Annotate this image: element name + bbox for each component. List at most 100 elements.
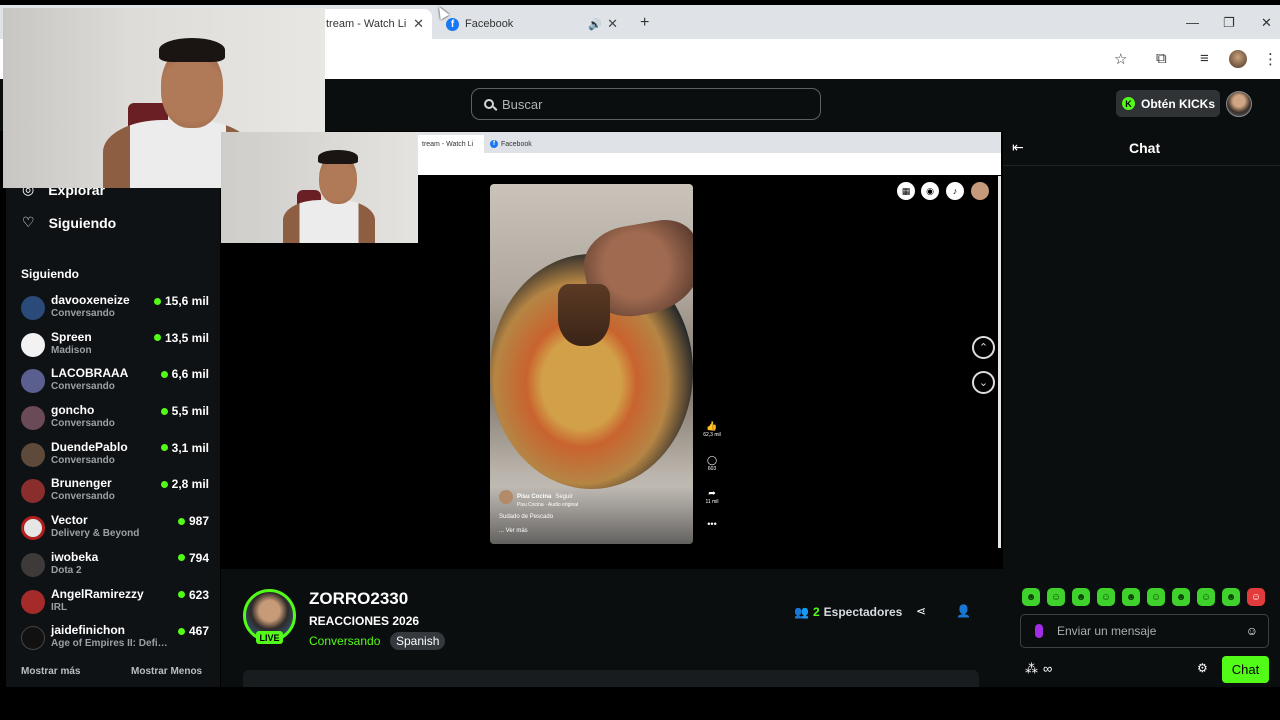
nav-following[interactable]: ♡ Siguiendo [22,214,116,231]
captured-address-bar [418,153,1001,175]
avatar [21,442,45,467]
following-item[interactable]: AngelRamirezzy IRL 623 [21,585,211,622]
menu-kebab-icon[interactable]: ⋮ [1263,50,1278,68]
share-count: 11 mil [705,499,719,505]
avatar [21,332,45,357]
following-item[interactable]: jaidefinichon Age of Empires II: Defi… 4… [21,621,211,658]
stream-category[interactable]: Conversando [309,634,380,648]
channel-name: LACOBRAAA [51,366,129,381]
following-item[interactable]: LACOBRAAA Conversando 6,6 mil [21,364,211,401]
new-tab-button[interactable]: + [640,14,649,32]
search-icon [484,99,494,109]
speaker-icon[interactable]: 🔊 [588,18,602,31]
channel-name: Vector [51,513,88,528]
channel-category: Conversando [51,418,115,430]
emote-icon[interactable]: ☻ [1222,588,1240,606]
emoji-icon[interactable]: ☺ [1246,624,1258,638]
close-icon[interactable]: ✕ [413,16,424,32]
media-controls-icon[interactable]: ≡ [1200,50,1209,67]
following-item[interactable]: Spreen Madison 13,5 mil [21,328,211,365]
show-more-button[interactable]: Mostrar más [21,666,80,677]
captured-scrollbar [998,176,1001,548]
following-item[interactable]: iwobeka Dota 2 794 [21,548,211,585]
emote-icon[interactable]: ☺ [1197,588,1215,606]
share-arrow-icon: ➦ 11 mil [700,488,724,505]
viewer-count: 6,6 mil [161,367,209,381]
channel-category: IRL [51,601,68,613]
channel-name: Spreen [51,329,92,344]
follow-user-icon[interactable]: 👤 [956,604,971,618]
reel-audio: Pisu Cocina · Audio original [517,502,579,508]
emote-icon[interactable]: ☻ [1022,588,1040,606]
reel-caption-text: Sudado de Pescado [499,514,554,520]
chat-input-placeholder: Enviar un mensaje [1057,624,1157,638]
send-chat-button[interactable]: Chat [1222,656,1269,683]
bookmark-star-icon[interactable]: ☆ [1114,50,1127,68]
tab-label: Facebook [465,18,514,30]
viewers-icon: 👥 [794,605,809,619]
reel-caption: Pisu Cocina Seguir Pisu Cocina · Audio o… [490,486,693,544]
webcam-overlay-captured [221,132,418,243]
emote-icon[interactable]: ☻ [1172,588,1190,606]
minimize-icon[interactable]: — [1186,15,1199,30]
channel-name[interactable]: ZORRO2330 [309,589,408,609]
avatar [21,369,45,394]
emote-icon[interactable]: ☻ [1072,588,1090,606]
get-kicks-label: Obtén KICKs [1141,96,1216,111]
emote-icon[interactable]: ☺ [1147,588,1165,606]
maximize-icon[interactable]: ❐ [1223,15,1235,31]
avatar [21,479,45,504]
get-kicks-button[interactable]: K Obtén KICKs [1116,90,1220,117]
microphone-icon[interactable] [1035,624,1043,638]
channel-name: jaidefinichon [51,623,126,638]
share-icon[interactable]: ⋖ [916,604,926,618]
live-badge: LIVE [256,631,283,644]
viewer-count: 794 [178,551,209,565]
like-count: 62,3 mil [703,432,721,438]
extensions-icon[interactable]: ⧉ [1156,50,1167,67]
channel-name: goncho [51,403,95,418]
following-item[interactable]: Vector Delivery & Beyond 987 [21,511,211,548]
player-area [221,243,418,569]
emote-icon[interactable]: ☻ [1122,588,1140,606]
tab-kick-stream[interactable]: tream - Watch Li ✕ [318,9,432,39]
comment-count: 603 [707,466,717,472]
show-less-button[interactable]: Mostrar Menos [131,666,202,677]
emote-icon[interactable]: ☺ [1097,588,1115,606]
close-icon[interactable]: ✕ [607,16,618,32]
channel-name: DuendePablo [51,439,128,454]
following-list: davooxeneize Conversando 15,6 mil Spreen… [21,291,211,658]
gear-icon[interactable]: ⚙ [1197,661,1208,675]
channel-category: Conversando [51,491,115,503]
avatar [21,406,45,431]
emote-icon[interactable]: ☺ [1047,588,1065,606]
following-item[interactable]: davooxeneize Conversando 15,6 mil [21,291,211,328]
tab-label: tream - Watch Li [326,18,407,30]
facebook-icon: f [490,140,498,148]
chat-message-input[interactable]: Enviar un mensaje ☺ [1020,614,1269,648]
person-hair [318,150,358,164]
nav-following-label: Siguiendo [48,214,117,231]
emote-icon[interactable]: ☺ [1247,588,1265,606]
viewer-count: 2,8 mil [161,477,209,491]
user-avatar[interactable] [1226,91,1252,117]
channel-name: davooxeneize [51,293,130,307]
following-item[interactable]: Brunenger Conversando 2,8 mil [21,474,211,511]
viewer-count: 623 [178,588,209,602]
captured-tab-facebook: f Facebook [490,135,532,153]
language-tag[interactable]: Spanish [390,632,446,650]
browser-profile-avatar[interactable] [1229,50,1247,68]
collapse-chat-icon[interactable]: ⇤ [1012,139,1024,156]
window-close-icon[interactable]: ✕ [1261,15,1272,31]
comment-icon: ◯ 603 [700,455,724,472]
apps-grid-icon: ▦ [897,182,915,200]
following-item[interactable]: goncho Conversando 5,5 mil [21,401,211,438]
avatar [21,626,45,651]
kicks-points-icon[interactable]: ⁂ [1025,661,1038,677]
emote-bar: ☻ ☺ ☻ ☺ ☻ ☺ ☻ ☺ ☻ ☺ [1022,588,1265,606]
tab-facebook[interactable]: f Facebook 🔊 ✕ [438,9,628,39]
following-item[interactable]: DuendePablo Conversando 3,1 mil [21,438,211,475]
captured-tab-label: Facebook [501,140,532,148]
avatar [21,589,45,614]
search-input[interactable]: Buscar [471,88,821,120]
